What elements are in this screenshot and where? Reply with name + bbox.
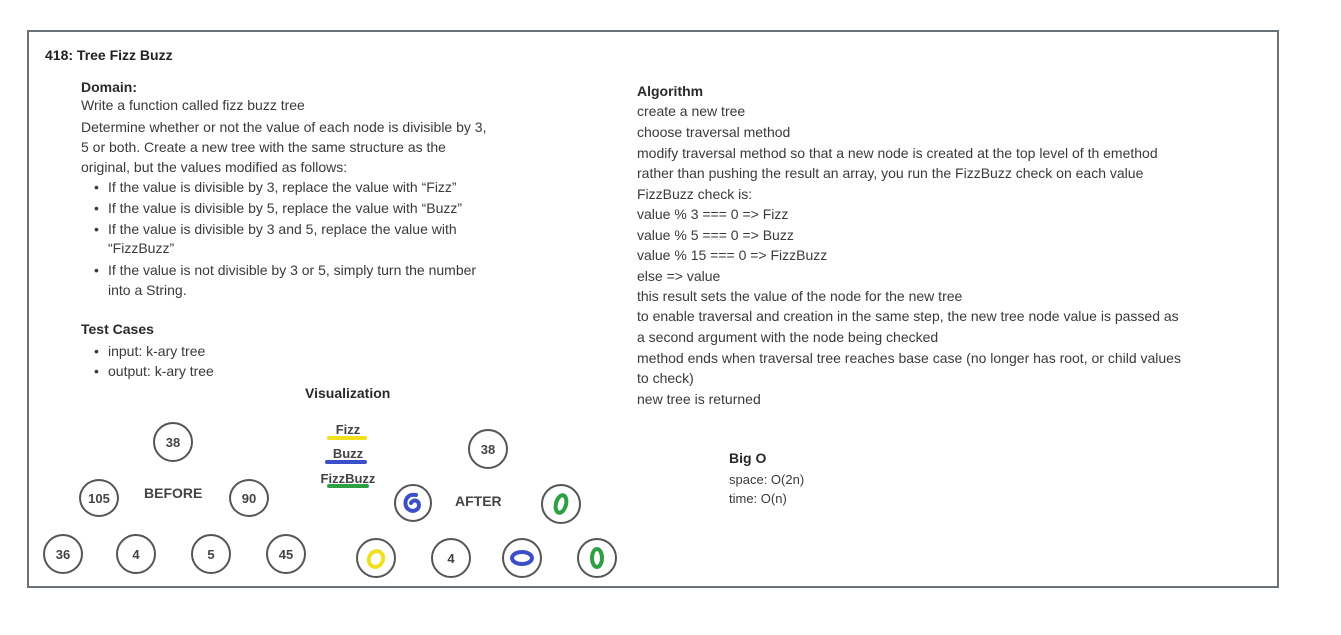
domain-bullet-continued: into a String.	[108, 282, 187, 298]
before-tree-node: 90	[229, 479, 269, 517]
before-tree-node: 36	[43, 534, 83, 574]
after-label: AFTER	[455, 493, 502, 509]
domain-heading: Domain:	[81, 79, 137, 95]
big-o-space: space: O(2n)	[729, 472, 805, 487]
legend-fizzbuzz-underline	[327, 484, 369, 488]
algorithm-line: else => value	[637, 268, 721, 284]
algorithm-line: a second argument with the node being ch…	[637, 329, 939, 345]
after-tree-node: 38	[468, 429, 508, 469]
fizzbuzz-scribble-icon	[553, 493, 569, 515]
algorithm-line: new tree is returned	[637, 391, 761, 407]
algorithm-line: to check)	[637, 370, 694, 386]
algorithm-line: value % 5 === 0 => Buzz	[637, 227, 794, 243]
after-node-fizz-mark	[356, 538, 396, 578]
domain-line: original, but the values modified as fol…	[81, 159, 348, 175]
page-title: 418: Tree Fizz Buzz	[45, 47, 173, 63]
fizzbuzz-scribble-icon	[590, 547, 604, 569]
domain-bullet: If the value is divisible by 5, replace …	[94, 198, 462, 218]
domain-bullet-continued: “FizzBuzz”	[108, 240, 175, 256]
big-o-heading: Big O	[729, 450, 767, 466]
after-tree-node: 4	[431, 538, 471, 578]
domain-line: Write a function called fizz buzz tree	[81, 97, 305, 113]
after-node-fizzbuzz-mark	[577, 538, 617, 578]
legend-buzz: Buzz	[332, 446, 364, 461]
domain-bullet: If the value is divisible by 3, replace …	[94, 177, 457, 197]
big-o-time: time: O(n)	[729, 491, 787, 506]
algorithm-line: value % 3 === 0 => Fizz	[637, 206, 789, 222]
fizz-scribble-icon	[366, 549, 386, 569]
test-cases-heading: Test Cases	[81, 321, 154, 337]
domain-line: 5 or both. Create a new tree with the sa…	[81, 139, 446, 155]
after-node-buzz-mark	[394, 484, 432, 522]
after-node-buzz-mark	[502, 538, 542, 578]
after-node-fizzbuzz-mark	[541, 484, 581, 524]
before-tree-node: 5	[191, 534, 231, 574]
legend-fizz-underline	[327, 436, 367, 440]
algorithm-line: method ends when traversal tree reaches …	[637, 350, 1181, 366]
domain-line: Determine whether or not the value of ea…	[81, 119, 487, 135]
legend-buzz-underline	[325, 460, 367, 464]
buzz-scribble-icon	[510, 550, 534, 566]
before-label: BEFORE	[144, 485, 203, 501]
algorithm-line: modify traversal method so that a new no…	[637, 145, 1158, 161]
visualization-heading: Visualization	[305, 385, 391, 401]
algorithm-line: choose traversal method	[637, 124, 791, 140]
algorithm-line: value % 15 === 0 => FizzBuzz	[637, 247, 828, 263]
test-case-item: output: k-ary tree	[94, 361, 214, 381]
buzz-scribble-icon	[403, 492, 422, 513]
algorithm-heading: Algorithm	[637, 83, 704, 99]
before-tree-node: 105	[79, 479, 119, 517]
before-tree-node: 4	[116, 534, 156, 574]
domain-bullet: If the value is divisible by 3 and 5, re…	[94, 219, 457, 239]
algorithm-line: FizzBuzz check is:	[637, 186, 753, 202]
algorithm-line: create a new tree	[637, 103, 746, 119]
before-tree-node: 45	[266, 534, 306, 574]
domain-bullet: If the value is not divisible by 3 or 5,…	[94, 260, 476, 280]
legend-fizz: Fizz	[335, 422, 361, 437]
algorithm-line: this result sets the value of the node f…	[637, 288, 963, 304]
before-tree-node: 38	[153, 422, 193, 462]
algorithm-line: rather than pushing the result an array,…	[637, 165, 1144, 181]
test-case-item: input: k-ary tree	[94, 341, 205, 361]
algorithm-line: to enable traversal and creation in the …	[637, 308, 1179, 324]
